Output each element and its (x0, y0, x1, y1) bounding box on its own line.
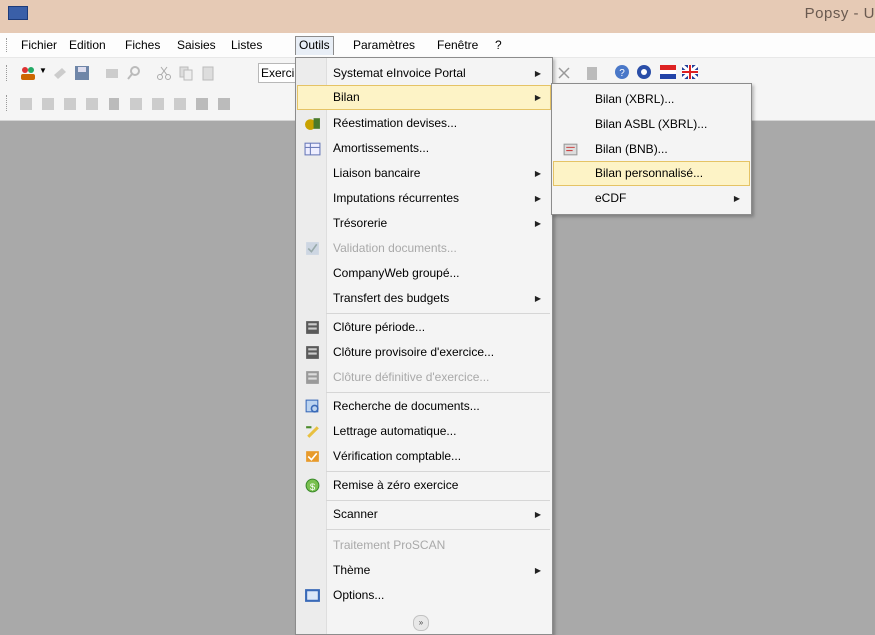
ledger-icon[interactable] (584, 65, 600, 81)
menu-item-lettrage-automatique[interactable]: Lettrage automatique... (297, 419, 551, 444)
menu-item-recherche-documents[interactable]: Recherche de documents... (297, 394, 551, 419)
menu-fichier[interactable]: Fichier (18, 37, 60, 54)
menu-listes[interactable]: Listes (228, 37, 265, 54)
menu-help[interactable]: ? (492, 37, 505, 54)
toolbar2-grip-handle[interactable] (6, 95, 10, 111)
import-icon[interactable] (62, 96, 78, 112)
menu-item-theme[interactable]: Thème ▶ (297, 558, 551, 583)
dropdown-arrow-icon[interactable]: ▼ (39, 66, 47, 75)
submenu-arrow-icon: ▶ (534, 566, 541, 575)
menu-edition[interactable]: Edition (66, 37, 109, 54)
menu-item-tresorerie[interactable]: Trésorerie ▶ (297, 211, 551, 236)
menu-outils[interactable]: Outils (295, 36, 334, 55)
menu-separator (326, 471, 550, 472)
menu-item-verification-comptable[interactable]: Vérification comptable... (297, 444, 551, 469)
menu-item-amortissements[interactable]: Amortissements... (297, 136, 551, 161)
menu-item-bilan-bnb[interactable]: Bilan (BNB)... (553, 137, 750, 162)
validate-icon (306, 242, 319, 255)
menu-parametres[interactable]: Paramètres (350, 37, 418, 54)
final-close-icon (306, 371, 319, 384)
menu-item-ecdf[interactable]: eCDF ▶ (553, 186, 750, 211)
submenu-arrow-icon: ▶ (534, 169, 541, 178)
menu-item-cloture-periode[interactable]: Clôture période... (297, 315, 551, 340)
title-bar: Popsy - U (0, 0, 875, 33)
menu-item-cloture-definitive: Clôture définitive d'exercice... (297, 365, 551, 390)
menu-saisies[interactable]: Saisies (174, 37, 219, 54)
duplicate-icon[interactable] (128, 96, 144, 112)
menu-item-options[interactable]: Options... (297, 583, 551, 608)
list-icon[interactable] (40, 96, 56, 112)
provisional-close-icon (306, 346, 319, 359)
export-icon[interactable] (84, 96, 100, 112)
menu-separator (326, 313, 550, 314)
submenu-arrow-icon: ▶ (733, 194, 740, 203)
menu-item-imputations-recurrentes[interactable]: Imputations récurrentes ▶ (297, 186, 551, 211)
document-search-icon (305, 399, 319, 413)
closing-icon[interactable] (194, 96, 210, 112)
menu-separator (326, 392, 550, 393)
submenu-arrow-icon: ▶ (534, 294, 541, 303)
submenu-arrow-icon: ▶ (534, 69, 541, 78)
options-icon (305, 589, 320, 602)
accounting-check-icon (306, 451, 319, 462)
copy-icon[interactable] (178, 65, 194, 81)
close-period-icon (306, 321, 319, 334)
menu-item-systemat-einvoice[interactable]: Systemat eInvoice Portal ▶ (297, 61, 551, 86)
submenu-arrow-icon: ▶ (534, 93, 541, 102)
menu-item-cloture-provisoire[interactable]: Clôture provisoire d'exercice... (297, 340, 551, 365)
menu-separator (326, 500, 550, 501)
menu-item-companyweb-groupe[interactable]: CompanyWeb groupé... (297, 261, 551, 286)
menu-fiches[interactable]: Fiches (122, 37, 163, 54)
print-preview-icon[interactable] (104, 65, 120, 81)
journal-icon[interactable] (106, 96, 122, 112)
menu-fenetre[interactable]: Fenêtre (434, 37, 481, 54)
report-icon[interactable] (172, 96, 188, 112)
document-icon[interactable] (18, 96, 34, 112)
delete-icon[interactable] (150, 96, 166, 112)
close-icon[interactable] (556, 65, 572, 81)
new-document-icon[interactable] (52, 65, 68, 81)
uk-flag-icon[interactable] (682, 64, 698, 80)
bilan-submenu: Bilan (XBRL)... Bilan ASBL (XBRL)... Bil… (551, 83, 752, 215)
menu-item-bilan-personnalise[interactable]: Bilan personnalisé... (553, 161, 750, 186)
menu-item-bilan-asbl-xbrl[interactable]: Bilan ASBL (XBRL)... (553, 112, 750, 137)
info-icon[interactable] (636, 64, 652, 80)
menu-item-bilan[interactable]: Bilan ▶ (297, 85, 551, 110)
search-icon[interactable] (126, 65, 142, 81)
menu-item-remise-zero[interactable]: $ Remise à zéro exercice (297, 473, 551, 498)
menu-item-reestimation-devises[interactable]: Réestimation devises... (297, 111, 551, 136)
menu-item-traitement-proscan: Traitement ProSCAN (333, 538, 446, 552)
table-icon (304, 142, 321, 156)
menu-item-liaison-bancaire[interactable]: Liaison bancaire ▶ (297, 161, 551, 186)
users-icon[interactable] (20, 65, 36, 81)
reset-icon: $ (305, 478, 320, 493)
paste-icon[interactable] (200, 65, 216, 81)
window-title: Popsy - U (804, 5, 875, 22)
submenu-arrow-icon: ▶ (534, 194, 541, 203)
expand-menu-chevron-icon[interactable]: » (413, 615, 429, 631)
currency-icon (305, 118, 320, 130)
menubar-grip-handle[interactable] (6, 38, 10, 52)
cut-icon[interactable] (156, 65, 172, 81)
submenu-arrow-icon: ▶ (534, 510, 541, 519)
bnb-icon (563, 143, 578, 156)
svg-text:?: ? (619, 68, 625, 79)
menu-separator (326, 529, 550, 530)
help-question-icon[interactable]: ? (614, 64, 630, 80)
menu-item-bilan-xbrl[interactable]: Bilan (XBRL)... (553, 87, 750, 112)
auto-lettering-icon (306, 426, 319, 438)
submenu-arrow-icon: ▶ (534, 219, 541, 228)
menu-item-scanner[interactable]: Scanner ▶ (297, 502, 551, 527)
menu-item-transfert-budgets[interactable]: Transfert des budgets ▶ (297, 286, 551, 311)
app-logo-icon[interactable] (8, 6, 28, 20)
save-icon[interactable] (74, 65, 90, 81)
svg-text:$: $ (310, 482, 316, 493)
menu-item-validation-documents: Validation documents... (297, 236, 551, 261)
closing-alt-icon[interactable] (216, 96, 232, 112)
dutch-flag-icon[interactable] (660, 64, 676, 80)
menu-bar: Fichier Edition Fiches Saisies Listes Ou… (0, 33, 875, 58)
outils-menu: Systemat eInvoice Portal ▶ Bilan ▶ Réestim… (295, 57, 553, 635)
toolbar-grip-handle[interactable] (6, 65, 10, 81)
